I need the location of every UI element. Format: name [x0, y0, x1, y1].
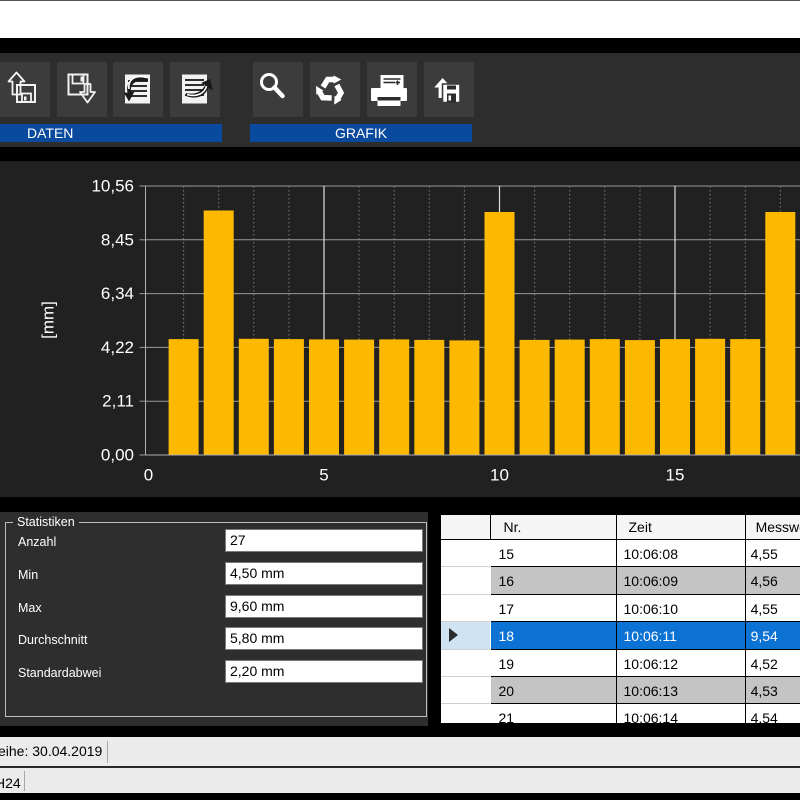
svg-text:0: 0 — [144, 466, 153, 485]
svg-text:10,56: 10,56 — [91, 177, 134, 196]
svg-text:15: 15 — [666, 466, 685, 485]
svg-text:0,00: 0,00 — [101, 446, 134, 465]
svg-text:6,34: 6,34 — [101, 284, 134, 303]
svg-text:10: 10 — [490, 466, 509, 485]
svg-text:[mm]: [mm] — [39, 301, 58, 339]
svg-text:4,22: 4,22 — [101, 338, 134, 357]
svg-text:8,45: 8,45 — [101, 230, 134, 249]
svg-text:2,11: 2,11 — [102, 392, 134, 411]
svg-text:5: 5 — [319, 466, 328, 485]
